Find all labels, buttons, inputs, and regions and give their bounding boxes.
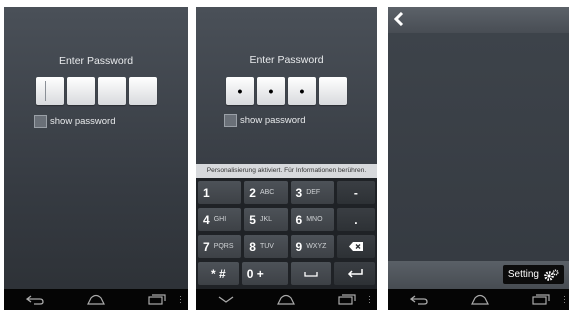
key-0[interactable]: 0 + [241,262,288,285]
space-icon [304,271,318,277]
phone-screen-password-keyboard: Enter Password • • • show password Perso… [196,7,377,310]
nav-home-button[interactable] [449,294,510,305]
show-password-checkbox[interactable] [34,115,47,128]
key-2[interactable]: 2 ABC [244,181,288,204]
top-action-bar [388,7,569,33]
home-icon [471,294,489,305]
enter-password-title: Enter Password [58,55,134,67]
pin-digit-box[interactable]: • [257,77,285,105]
numeric-keyboard: 1 2 ABC 3 DEF - 4 GHI 5 JKL 6 MNO . 7 PQRS 8 TU… [196,178,377,289]
navigation-bar: · · · [196,289,377,310]
setting-label: Setting [507,269,539,280]
key-space[interactable] [290,262,332,285]
pin-digit-box[interactable]: • [288,77,316,105]
pin-input-row[interactable] [4,77,188,105]
recents-icon [338,294,356,305]
pin-digit-box[interactable]: • [226,77,254,105]
text-cursor [44,81,46,101]
pin-digit-box[interactable] [128,77,157,105]
key-8[interactable]: 8 TUV [244,235,288,258]
show-password-label: show password [50,116,116,127]
overflow-menu-icon[interactable]: · · · [368,292,371,307]
key-1[interactable]: 1 [198,181,242,204]
nav-back-button[interactable] [388,294,449,305]
nav-recents-button[interactable] [511,294,569,305]
back-icon [25,294,44,305]
bottom-action-bar: Setting [388,261,569,289]
key-6[interactable]: 6 MNO [290,208,334,231]
nav-back-button[interactable] [4,294,65,305]
overflow-menu-icon[interactable]: · · · [563,292,566,307]
enter-password-title: Enter Password [249,54,324,66]
phone-screen-main: Setting · · · [388,7,569,310]
home-icon [277,294,296,305]
key-9[interactable]: 9 WXYZ [290,235,334,258]
navigation-bar: · · · [388,289,569,310]
show-password-toggle[interactable]: show password [34,115,115,128]
pin-digit-box[interactable] [319,77,347,105]
enter-icon [347,268,363,278]
show-password-checkbox[interactable] [224,114,237,127]
nav-home-button[interactable] [65,294,126,305]
back-icon [409,294,428,305]
overflow-menu-icon[interactable]: · · · [179,292,182,307]
pin-input-row[interactable]: • • • [196,77,377,105]
pin-digit-box[interactable] [35,77,64,105]
key-dash[interactable]: - [336,181,375,204]
key-7[interactable]: 7 PQRS [198,235,242,258]
pin-digit-box[interactable] [66,77,95,105]
recents-icon [148,294,166,305]
phone-screen-password-empty: Enter Password show password · · · [4,7,188,310]
keyboard-personalization-hint[interactable]: Personalisierung aktiviert. Für Informat… [196,164,377,178]
key-4[interactable]: 4 GHI [198,208,242,231]
key-3[interactable]: 3 DEF [290,181,334,204]
chevron-down-icon [218,295,234,303]
gear-icon [544,268,559,281]
recents-icon [532,294,550,305]
key-5[interactable]: 5 JKL [244,208,288,231]
backspace-icon [348,242,363,251]
nav-hide-keyboard-button[interactable] [196,295,256,304]
show-password-label: show password [240,115,306,126]
key-period[interactable]: . [336,208,375,231]
show-password-toggle[interactable]: show password [224,114,305,127]
nav-home-button[interactable] [256,294,316,305]
chevron-left-icon [393,11,404,27]
back-button[interactable] [393,11,404,31]
pin-digit-box[interactable] [97,77,126,105]
setting-button[interactable]: Setting [502,265,564,284]
home-icon [87,294,105,305]
key-enter[interactable] [334,262,375,285]
key-star-hash[interactable]: * # [198,262,239,285]
navigation-bar: · · · [4,289,188,310]
key-backspace[interactable] [336,235,375,258]
